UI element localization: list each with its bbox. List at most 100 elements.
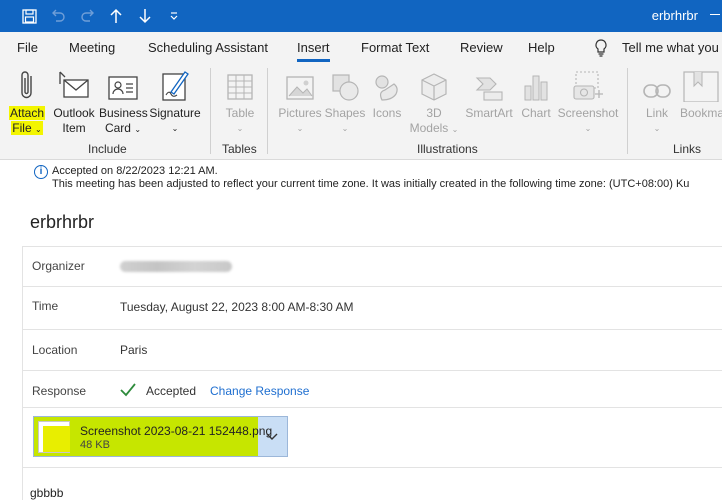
divider: [22, 329, 722, 330]
outlook-item-label-1: Outlook: [53, 106, 95, 120]
chevron-down-icon: ⌄: [34, 125, 42, 134]
tab-scheduling-assistant[interactable]: Scheduling Assistant: [148, 40, 268, 55]
pictures-button[interactable]: Pictures ⌄: [277, 66, 323, 136]
chevron-down-icon: ⌄: [134, 125, 142, 134]
tab-insert[interactable]: Insert: [297, 40, 330, 62]
shapes-button[interactable]: Shapes ⌄: [324, 66, 366, 136]
redo-icon[interactable]: [77, 5, 99, 27]
divider: [22, 286, 722, 287]
chevron-down-icon: [266, 433, 278, 440]
pictures-icon: [286, 76, 314, 100]
chart-label: Chart: [521, 106, 551, 120]
location-label: Location: [32, 343, 78, 357]
title-bar: erbrhrbr: [0, 0, 722, 32]
chevron-down-icon: ⌄: [296, 124, 304, 133]
chevron-down-icon: ⌄: [451, 125, 459, 134]
tab-help[interactable]: Help: [528, 40, 555, 55]
3d-models-label-1: 3D: [426, 106, 442, 120]
table-label: Table: [225, 106, 255, 120]
group-include-label: Include: [88, 142, 127, 156]
outlook-item-label-2: Item: [62, 121, 86, 135]
divider: [22, 246, 722, 247]
location-value: Paris: [120, 343, 148, 357]
pictures-label: Pictures: [278, 106, 322, 120]
group-links-label: Links: [673, 142, 702, 156]
time-label: Time: [32, 299, 59, 313]
chart-button[interactable]: Chart: [518, 66, 554, 121]
envelope-icon: [59, 71, 89, 98]
attachment-name: Screenshot 2023-08-21 152448.png: [80, 424, 273, 438]
arrow-down-icon[interactable]: [134, 5, 156, 27]
response-label: Response: [32, 384, 87, 398]
save-icon[interactable]: [18, 5, 40, 27]
info-timezone-text: This meeting has been adjusted to reflec…: [52, 178, 690, 190]
image-file-icon: [38, 421, 70, 453]
tab-review[interactable]: Review: [460, 40, 503, 55]
business-card-button[interactable]: Business Card ⌄: [99, 66, 148, 137]
lightbulb-icon: [595, 39, 607, 57]
cube-icon: [421, 73, 447, 101]
shapes-icon: [332, 74, 359, 101]
smartart-label: SmartArt: [465, 106, 513, 120]
table-icon: [227, 74, 253, 100]
response-status: Accepted: [146, 384, 197, 398]
info-icon: i: [34, 165, 48, 179]
group-tables-label: Tables: [222, 142, 257, 156]
chevron-down-icon: ⌄: [341, 124, 349, 133]
customize-icon[interactable]: [163, 5, 185, 27]
undo-icon[interactable]: [47, 5, 69, 27]
info-accepted-text: Accepted on 8/22/2023 12:21 AM.: [52, 165, 218, 177]
business-card-icon: [108, 76, 138, 100]
attach-file-button[interactable]: Attach File ⌄: [6, 66, 48, 137]
shapes-label: Shapes: [324, 106, 366, 120]
group-separator: [267, 68, 268, 154]
table-button[interactable]: Table ⌄: [220, 66, 260, 136]
link-button[interactable]: Link ⌄: [640, 66, 674, 136]
chevron-down-icon: ⌄: [236, 124, 244, 133]
group-illustrations-label: Illustrations: [417, 142, 478, 156]
icons-label: Icons: [372, 106, 402, 120]
bookmark-button[interactable]: Bookma: [680, 66, 722, 121]
signature-button[interactable]: Signature ⌄: [149, 66, 201, 136]
minimize-icon[interactable]: [710, 14, 720, 15]
group-separator: [210, 68, 211, 154]
group-separator: [627, 68, 628, 154]
attachment-item[interactable]: Screenshot 2023-08-21 152448.png 48 KB: [33, 416, 288, 457]
icons-button[interactable]: Icons: [369, 66, 405, 121]
attachment-size: 48 KB: [80, 439, 110, 451]
chart-icon: [524, 75, 548, 101]
tab-format-text[interactable]: Format Text: [361, 40, 429, 55]
organizer-label: Organizer: [32, 259, 85, 273]
time-value: Tuesday, August 22, 2023 8:00 AM-8:30 AM: [120, 300, 354, 314]
smartart-button[interactable]: SmartArt: [463, 66, 515, 121]
arrow-up-icon[interactable]: [105, 5, 127, 27]
outlook-item-button[interactable]: Outlook Item: [51, 66, 97, 136]
tab-file[interactable]: File: [17, 40, 38, 55]
divider: [22, 467, 722, 468]
chevron-down-icon: ⌄: [171, 124, 179, 133]
business-card-label-2: Card: [104, 121, 131, 135]
divider: [22, 370, 722, 371]
meeting-subject: erbrhrbr: [30, 212, 95, 232]
change-response-link[interactable]: Change Response: [210, 384, 309, 398]
tell-me-search[interactable]: Tell me what you: [622, 40, 719, 55]
message-body[interactable]: gbbbb: [30, 486, 63, 500]
checkmark-icon: [120, 383, 136, 397]
screenshot-icon: [573, 71, 603, 100]
signature-label: Signature: [149, 106, 201, 120]
attach-file-label-1: Attach: [8, 106, 46, 120]
smartart-icon: [475, 77, 503, 101]
business-card-label-1: Business: [99, 106, 148, 120]
attachment-dropdown-button[interactable]: [257, 417, 287, 456]
screenshot-button[interactable]: Screenshot ⌄: [557, 66, 619, 136]
paperclip-icon: [21, 71, 32, 99]
3d-models-button[interactable]: 3D Models ⌄: [408, 66, 460, 137]
link-label: Link: [645, 106, 668, 120]
chevron-down-icon: ⌄: [653, 124, 661, 133]
left-divider: [22, 246, 23, 500]
tab-meeting[interactable]: Meeting: [69, 40, 115, 55]
3d-models-label-2: Models: [409, 121, 449, 135]
screenshot-label: Screenshot: [557, 106, 619, 120]
ribbon-tabs: File Meeting Scheduling Assistant Insert…: [0, 32, 722, 62]
link-icon: [643, 84, 671, 98]
